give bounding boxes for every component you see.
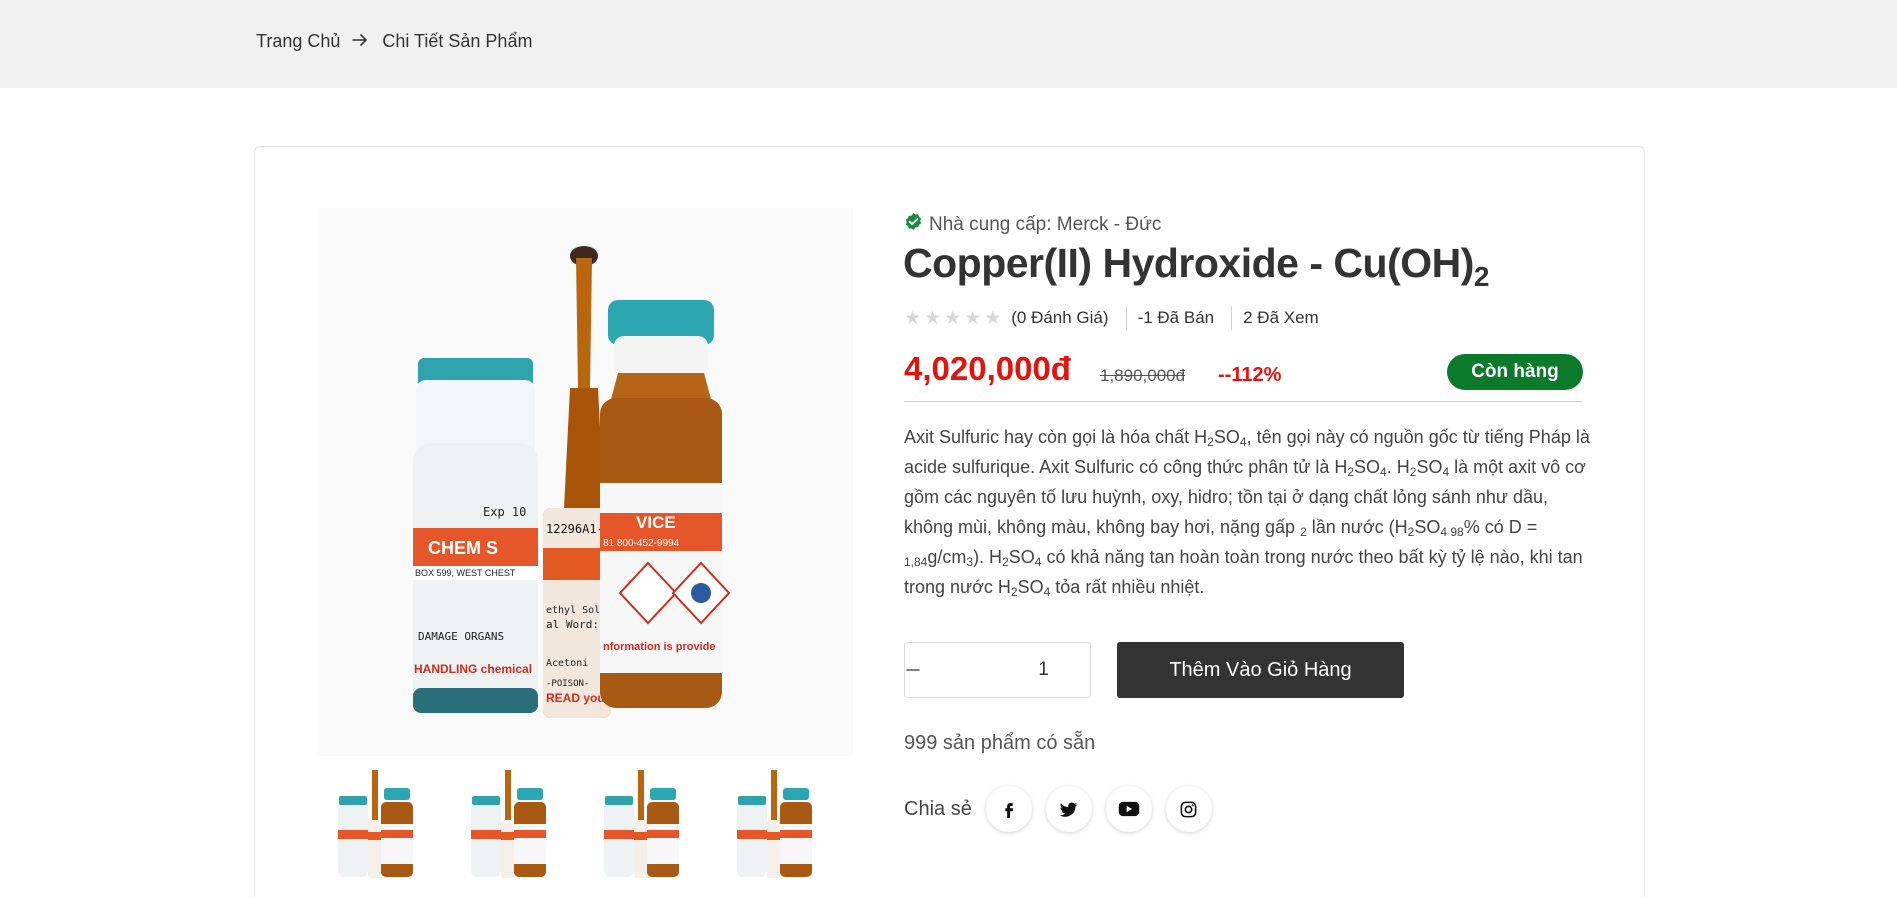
image-label-acetonitrile: Acetoni <box>546 658 588 669</box>
thumbnail-1[interactable] <box>318 762 451 897</box>
verified-check-icon <box>904 212 929 237</box>
image-label-signal: al Word: <box>546 618 599 631</box>
thumbnail-list <box>318 762 853 897</box>
thumbnail-4[interactable] <box>717 762 850 897</box>
image-label-phone: 81 800-452-9994 <box>603 538 680 549</box>
divider <box>1231 306 1233 330</box>
current-price: 4,020,000đ <box>904 350 1071 387</box>
product-main-image[interactable]: Exp 10 CHEM S BOX 599, WEST CHEST DAMAGE… <box>318 208 853 756</box>
image-label-vice: VICE <box>636 513 676 532</box>
rating-stars: ★ ★ ★ ★ ★ <box>904 309 1001 328</box>
price-row: 4,020,000đ 1,890,000đ --112% Còn hàng <box>904 350 1583 402</box>
image-label-methyl: ethyl Solu <box>546 605 606 616</box>
quantity-stepper <box>904 642 1181 698</box>
product-meta: ★ ★ ★ ★ ★ (0 Đánh Giá) -1 Đã Bán 2 Đã Xe… <box>904 306 1319 330</box>
star-icon: ★ <box>904 307 922 329</box>
image-label-read: READ you <box>546 691 605 705</box>
review-count: (0 Đánh Giá) <box>1011 308 1109 327</box>
divider <box>1125 306 1127 330</box>
instagram-icon[interactable] <box>1165 786 1212 832</box>
share-label: Chia sẻ <box>904 797 972 820</box>
product-title: Copper(II) Hydroxide - Cu(OH)2 <box>903 240 1489 293</box>
product-title-subscript: 2 <box>1473 261 1490 292</box>
old-price: 1,890,000đ <box>1100 366 1186 385</box>
supplier-text: Nhà cung cấp: Merck - Đức <box>929 213 1162 235</box>
minus-icon <box>906 669 920 671</box>
breadcrumb-home-link[interactable]: Trang Chủ <box>256 31 340 52</box>
image-label-poison: -POISON- <box>546 679 589 689</box>
sold-count: -1 Đã Bán <box>1137 308 1215 327</box>
view-count: 2 Đã Xem <box>1243 308 1319 327</box>
youtube-icon[interactable] <box>1105 786 1152 832</box>
product-description: Axit Sulfuric hay còn gọi là hóa chất H2… <box>904 427 1590 599</box>
image-label-info: nformation is provide <box>603 641 715 653</box>
image-label-handling: HANDLING chemical <box>414 662 532 676</box>
arrow-right-icon <box>352 32 368 52</box>
image-label-chem: CHEM S <box>428 538 498 558</box>
star-icon: ★ <box>984 307 1002 329</box>
twitter-icon[interactable] <box>1045 786 1092 832</box>
available-stock: 999 sản phẩm có sẵn <box>904 732 1096 754</box>
stock-status-badge: Còn hàng <box>1447 354 1583 390</box>
add-to-cart-button[interactable]: Thêm Vào Giỏ Hàng <box>1117 642 1404 698</box>
thumbnail-3[interactable] <box>584 762 717 897</box>
decrease-quantity-button[interactable] <box>905 643 921 697</box>
image-label-damage: DAMAGE ORGANS <box>418 630 504 643</box>
star-icon: ★ <box>944 307 962 329</box>
share-row: Chia sẻ <box>904 786 1226 832</box>
breadcrumb-current: Chi Tiết Sản Phẩm <box>382 31 533 51</box>
thumbnail-2[interactable] <box>451 762 584 897</box>
discount-percent: --112% <box>1218 364 1282 386</box>
facebook-icon[interactable] <box>985 786 1032 832</box>
image-label-exp: Exp 10 <box>483 505 526 519</box>
star-icon: ★ <box>924 307 942 329</box>
product-title-main: Copper(II) Hydroxide - Cu(OH) <box>903 240 1474 286</box>
image-label-address: BOX 599, WEST CHEST <box>415 568 516 578</box>
breadcrumb-bar: Trang Chủ Chi Tiết Sản Phẩm <box>0 0 1897 88</box>
star-icon: ★ <box>964 307 982 329</box>
supplier-info: Nhà cung cấp: Merck - Đức <box>904 212 1161 237</box>
breadcrumb: Trang Chủ Chi Tiết Sản Phẩm <box>256 31 532 52</box>
